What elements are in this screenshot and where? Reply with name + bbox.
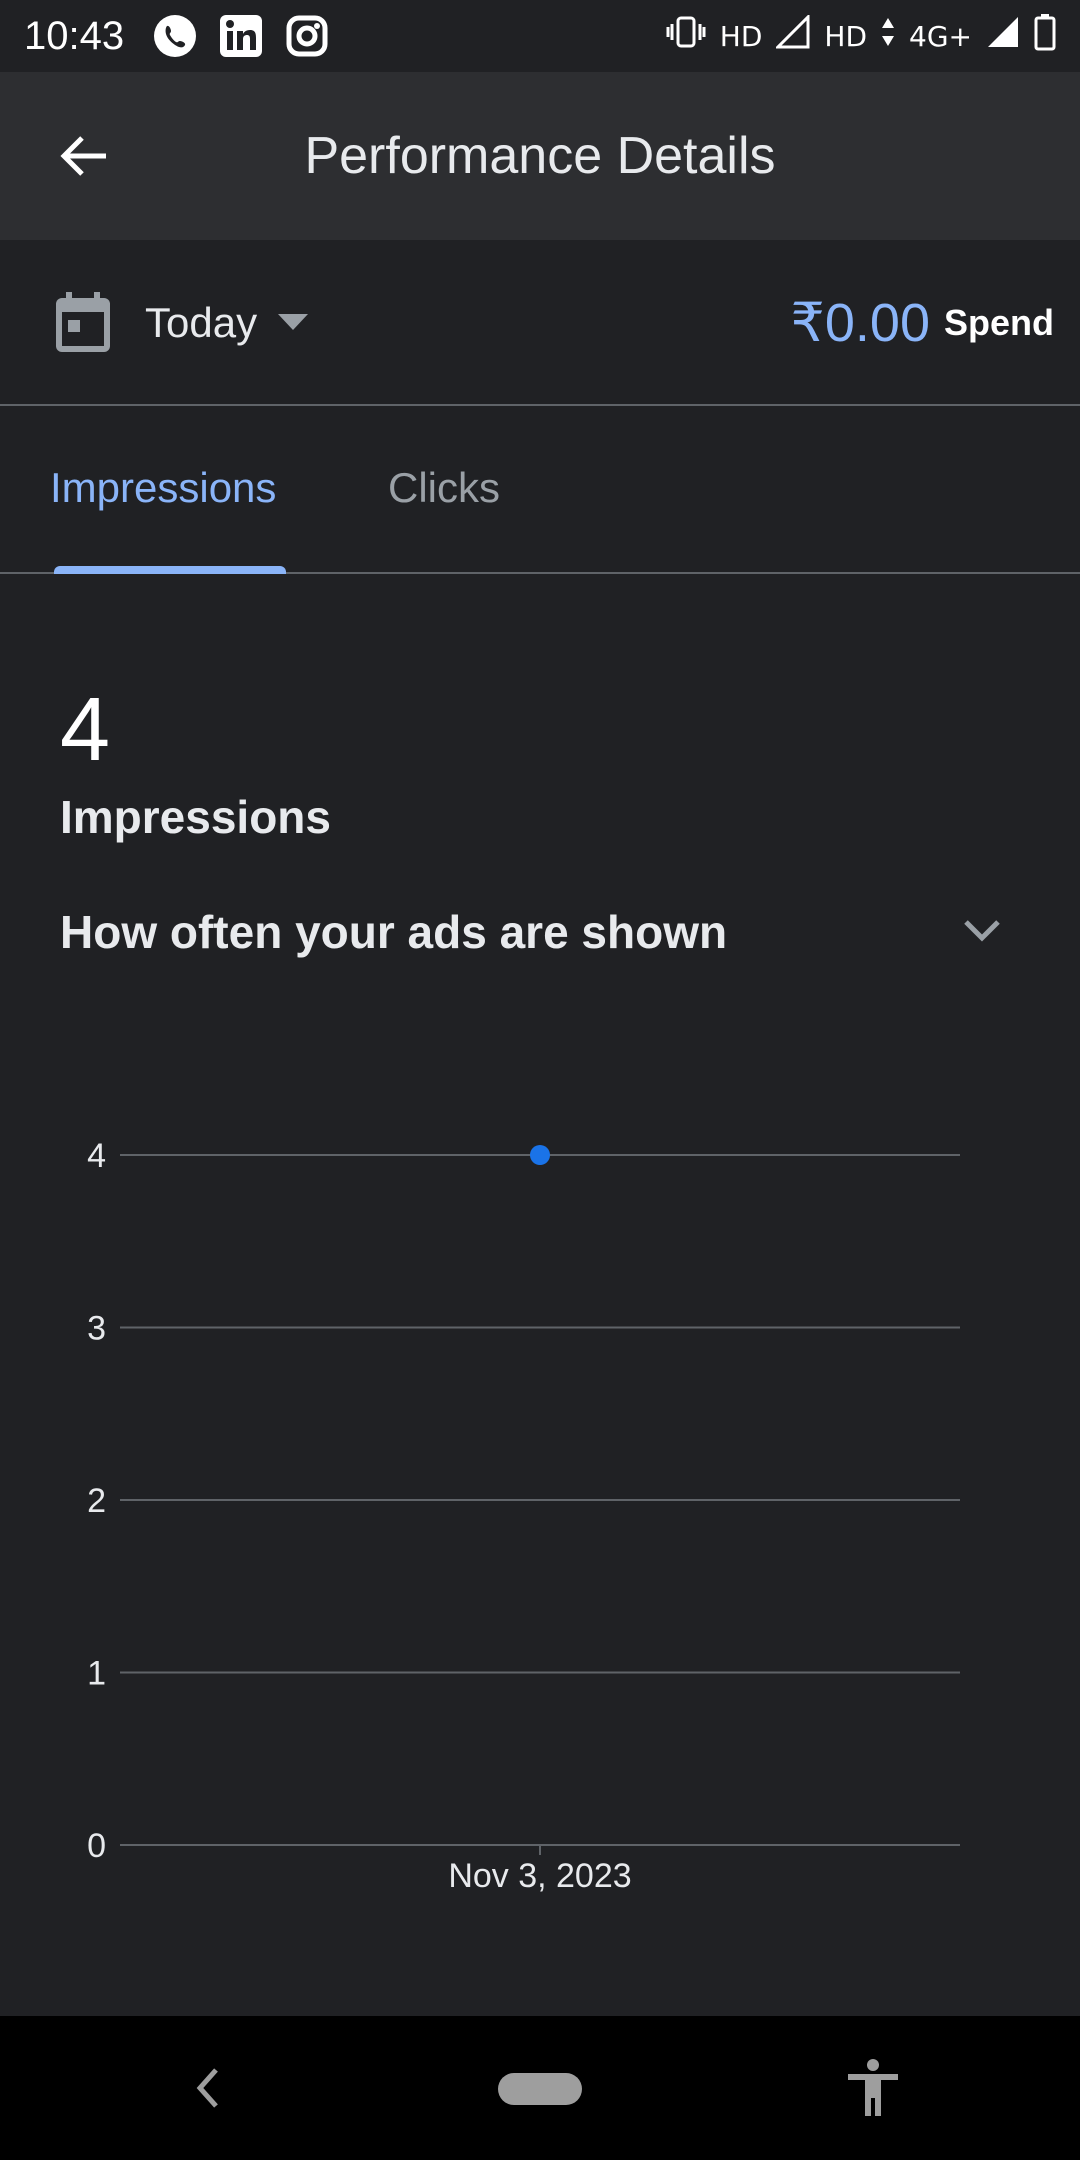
accessibility-icon[interactable] <box>846 2058 900 2118</box>
metric-label: Impressions <box>60 791 331 843</box>
x-tick-label: Nov 3, 2023 <box>448 1857 631 1895</box>
instagram-icon <box>284 13 330 59</box>
system-nav-bar <box>0 2016 1080 2160</box>
status-bar: 10:43 HD HD 4G+ <box>0 0 1080 72</box>
y-tick-label: 3 <box>87 1310 106 1348</box>
vibrate-icon <box>666 15 706 57</box>
tab-clicks[interactable]: Clicks <box>388 408 500 572</box>
data-point <box>530 1145 550 1165</box>
impressions-chart: 0 1 2 3 4 Nov 3, 2023 <box>87 1137 960 1895</box>
signal-icon-2 <box>986 15 1020 57</box>
network-label-3: 4G+ <box>909 19 972 53</box>
section-title[interactable]: How often your ads are shown <box>60 905 727 959</box>
tab-indicator <box>54 566 286 574</box>
page-title: Performance Details <box>304 127 776 185</box>
nav-home-button[interactable] <box>498 2073 582 2105</box>
spend-label: Spend <box>943 302 1054 343</box>
metric-tabs: Impressions Clicks <box>0 408 1080 574</box>
y-tick-label: 0 <box>87 1827 106 1865</box>
date-range-dropdown[interactable]: Today <box>145 240 257 406</box>
spend-value: ₹0.00 <box>790 293 930 353</box>
chevron-down-icon[interactable] <box>962 918 1002 944</box>
status-indicators: HD HD 4G+ <box>666 13 1056 59</box>
network-label-1: HD <box>719 19 763 53</box>
dropdown-arrow-icon[interactable] <box>278 314 308 332</box>
app-bar: Performance Details <box>0 72 1080 240</box>
metric-value: 4 <box>60 680 111 780</box>
battery-icon <box>1034 13 1056 59</box>
signal-icon <box>774 13 810 57</box>
network-label-2: HD <box>824 19 868 53</box>
arrow-back-icon <box>60 136 106 176</box>
back-button[interactable] <box>36 108 132 204</box>
date-range-row: Today ₹0.00 Spend <box>0 240 1080 406</box>
y-tick-label: 4 <box>87 1137 106 1175</box>
nav-back-icon[interactable] <box>188 2062 228 2114</box>
calendar-icon[interactable] <box>52 290 114 356</box>
tab-impressions[interactable]: Impressions <box>50 408 276 572</box>
linkedin-icon <box>218 13 264 59</box>
y-tick-label: 2 <box>87 1482 106 1520</box>
phone-icon <box>152 13 198 59</box>
status-time: 10:43 <box>24 13 125 58</box>
data-arrows-icon <box>881 17 895 55</box>
y-tick-label: 1 <box>87 1655 106 1693</box>
